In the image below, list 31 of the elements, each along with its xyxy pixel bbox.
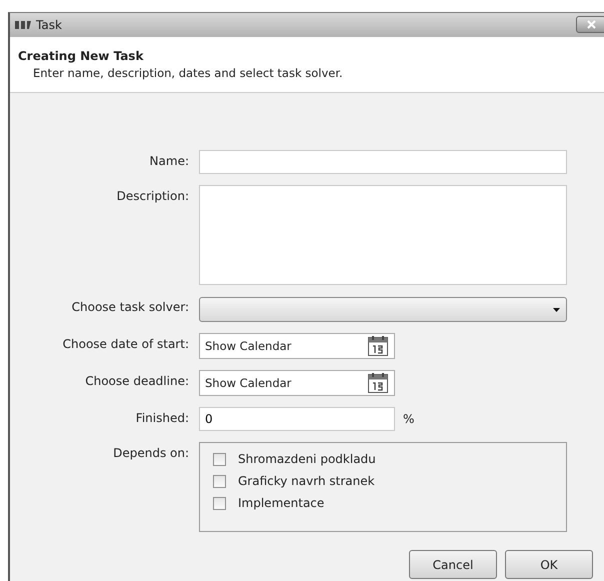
checkbox[interactable] — [213, 496, 226, 510]
app-icon — [14, 19, 32, 31]
field-label: Description: — [116, 188, 189, 203]
calendar-icon[interactable] — [367, 372, 389, 394]
dialog-heading: Creating New Task — [18, 49, 144, 63]
checkbox-label: Implementace — [238, 496, 324, 510]
percent-unit: % — [403, 412, 414, 426]
date-picker-field[interactable]: Show Calendar — [199, 333, 395, 359]
close-button[interactable] — [576, 16, 604, 33]
checkbox[interactable] — [213, 452, 226, 466]
checkbox-label: Graficky navrh stranek — [238, 474, 375, 488]
checkbox[interactable] — [213, 474, 226, 488]
name-field[interactable] — [199, 150, 567, 174]
field-label: Name: — [148, 153, 189, 168]
cancel-button[interactable]: Cancel — [409, 550, 497, 579]
field-label: Depends on: — [112, 445, 189, 460]
calendar-icon[interactable] — [367, 335, 389, 357]
dialog-subtitle: Enter name, description, dates and select task solver. — [32, 66, 344, 80]
dropdown-arrow-icon — [553, 308, 560, 312]
description-field[interactable] — [199, 185, 567, 285]
finished-field[interactable]: 0 — [199, 407, 395, 431]
date-picker-field[interactable]: Show Calendar — [199, 370, 395, 396]
field-label: Finished: — [134, 410, 189, 425]
field-label: Choose task solver: — [70, 299, 189, 314]
solver-dropdown[interactable] — [199, 297, 567, 322]
field-label: Choose date of start: — [62, 336, 189, 351]
window-title: Task — [36, 18, 62, 32]
ok-button[interactable]: OK — [505, 550, 593, 579]
field-label: Choose deadline: — [84, 373, 189, 388]
checkbox-label: Shromazdeni podkladu — [238, 452, 376, 466]
close-icon — [586, 20, 596, 29]
